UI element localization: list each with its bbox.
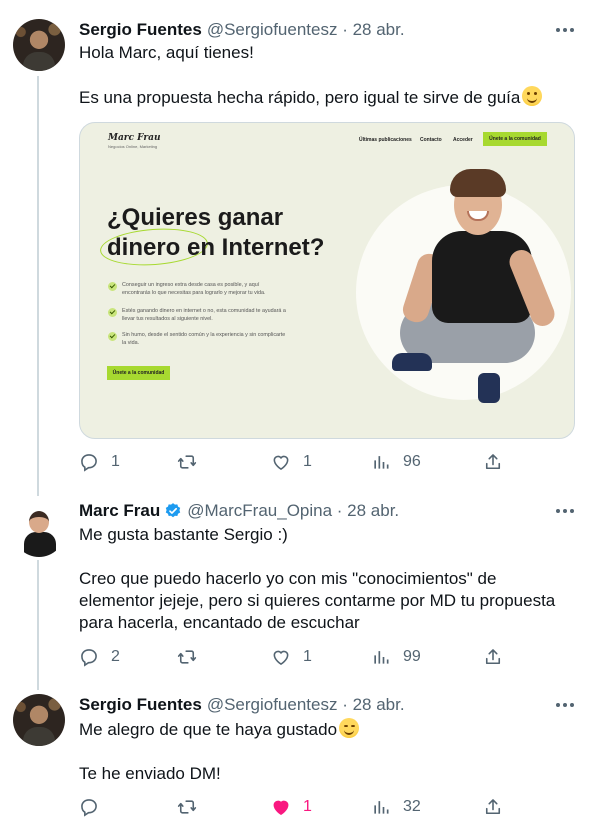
reply-count: 1 xyxy=(111,453,120,470)
embedded-image[interactable]: Marc Frau Negocios Online, Marketing Últ… xyxy=(79,122,575,439)
views-count: 99 xyxy=(403,648,421,665)
share-button[interactable] xyxy=(483,797,503,817)
like-button[interactable]: 1 xyxy=(271,647,312,667)
check-icon xyxy=(108,308,117,317)
tweet-line: Me alegro de que te haya gustado xyxy=(79,720,338,739)
tweet-header: Sergio Fuentes @Sergiofuentesz · 28 abr. xyxy=(79,694,405,716)
like-count: 1 xyxy=(303,648,312,665)
views-button[interactable]: 99 xyxy=(371,647,421,667)
verified-badge-icon xyxy=(166,503,181,518)
avatar[interactable] xyxy=(13,505,65,557)
card-bullet: Sin humo, desde el sentido común y la ex… xyxy=(108,331,288,347)
more-icon[interactable] xyxy=(556,508,574,514)
author-handle[interactable]: @MarcFrau_Opina · 28 abr. xyxy=(187,501,399,521)
like-icon xyxy=(273,800,289,816)
card-nav-item: Últimas publicaciones xyxy=(359,137,412,143)
views-count: 32 xyxy=(403,798,421,815)
tweet-line: elementor jejeje, pero si quieres contar… xyxy=(79,591,556,610)
tweet-3[interactable]: Sergio Fuentes @Sergiofuentesz · 28 abr.… xyxy=(0,680,595,830)
headline-line: ¿Quieres ganar xyxy=(107,204,284,231)
avatar[interactable] xyxy=(13,694,65,746)
headline-line: dinero en Internet? xyxy=(107,234,325,261)
author-handle[interactable]: @Sergiofuentesz · 28 abr. xyxy=(207,695,405,715)
card-bullet: Conseguir un ingreso extra desde casa es… xyxy=(108,281,288,297)
card-nav-button: Únete a la comunidad xyxy=(483,132,547,146)
wink-emoji-icon xyxy=(522,86,543,106)
author-handle[interactable]: @Sergiofuentesz · 28 abr. xyxy=(207,20,405,40)
share-button[interactable] xyxy=(483,647,503,667)
avatar[interactable] xyxy=(13,19,65,71)
tweet-header: Sergio Fuentes @Sergiofuentesz · 28 abr. xyxy=(79,19,405,41)
card-logo-sub: Negocios Online, Marketing xyxy=(108,144,158,149)
action-bar: 1 32 xyxy=(79,797,579,819)
more-icon[interactable] xyxy=(556,702,574,708)
tweet-line: Me gusta bastante Sergio :) xyxy=(79,525,288,544)
card-bullet: Estés ganando dinero en internet o no, e… xyxy=(108,307,288,323)
reply-button[interactable]: 1 xyxy=(79,452,120,472)
check-icon xyxy=(108,282,117,291)
tweet-text: Me alegro de que te haya gustado Te he e… xyxy=(79,718,579,785)
author-name[interactable]: Sergio Fuentes xyxy=(79,20,202,40)
action-bar: 1 1 96 xyxy=(79,452,579,474)
views-count: 96 xyxy=(403,453,421,470)
author-name[interactable]: Sergio Fuentes xyxy=(79,695,202,715)
retweet-icon xyxy=(177,650,197,664)
reply-icon xyxy=(81,799,97,817)
tweet-1[interactable]: Sergio Fuentes @Sergiofuentesz · 28 abr.… xyxy=(0,0,595,490)
like-count: 1 xyxy=(303,453,312,470)
like-icon xyxy=(273,650,289,666)
card-headline: ¿Quieres ganar dinero en Internet? xyxy=(107,203,347,263)
reply-button[interactable]: 2 xyxy=(79,647,120,667)
retweet-button[interactable] xyxy=(177,797,209,817)
card-logo: Marc Frau xyxy=(108,133,161,143)
share-icon xyxy=(485,454,501,470)
views-icon xyxy=(374,801,389,814)
reply-button[interactable] xyxy=(79,797,111,817)
tweet-line: Es una propuesta hecha rápido, pero igua… xyxy=(79,88,521,107)
views-icon xyxy=(374,651,389,664)
card-nav-item: Contacto xyxy=(420,137,442,143)
tweet-line: Creo que puedo hacerlo yo con mis "conoc… xyxy=(79,569,497,588)
like-count: 1 xyxy=(303,798,312,815)
check-icon xyxy=(108,332,117,341)
retweet-icon xyxy=(177,800,197,814)
card-cta: Únete a la comunidad xyxy=(107,366,170,380)
like-button[interactable]: 1 xyxy=(271,797,312,817)
card-nav-item: Acceder xyxy=(453,137,473,143)
reply-icon xyxy=(81,649,97,667)
share-icon xyxy=(485,649,501,665)
reply-icon xyxy=(81,454,97,472)
tweet-text: Hola Marc, aquí tienes! Es una propuesta… xyxy=(79,42,579,109)
like-button[interactable]: 1 xyxy=(271,452,312,472)
action-bar: 2 1 99 xyxy=(79,647,579,669)
tweet-text: Me gusta bastante Sergio :) Creo que pue… xyxy=(79,524,579,634)
tweet-line: Te he enviado DM! xyxy=(79,764,221,783)
smile-emoji-icon xyxy=(339,718,360,738)
more-icon[interactable] xyxy=(556,27,574,33)
author-name[interactable]: Marc Frau xyxy=(79,501,160,521)
like-icon xyxy=(273,455,289,471)
views-button[interactable]: 32 xyxy=(371,797,421,817)
tweet-line: Hola Marc, aquí tienes! xyxy=(79,43,254,62)
views-icon xyxy=(374,456,389,469)
share-button[interactable] xyxy=(483,452,503,472)
retweet-button[interactable] xyxy=(177,647,209,667)
tweet-header: Marc Frau @MarcFrau_Opina · 28 abr. xyxy=(79,500,399,522)
retweet-button[interactable] xyxy=(177,452,209,472)
retweet-icon xyxy=(177,455,197,469)
share-icon xyxy=(485,799,501,815)
views-button[interactable]: 96 xyxy=(371,452,421,472)
reply-count: 2 xyxy=(111,648,120,665)
tweet-2[interactable]: Marc Frau @MarcFrau_Opina · 28 abr. Me g… xyxy=(0,490,595,680)
tweet-line: para hacerla, encantado de escuchar xyxy=(79,613,360,632)
